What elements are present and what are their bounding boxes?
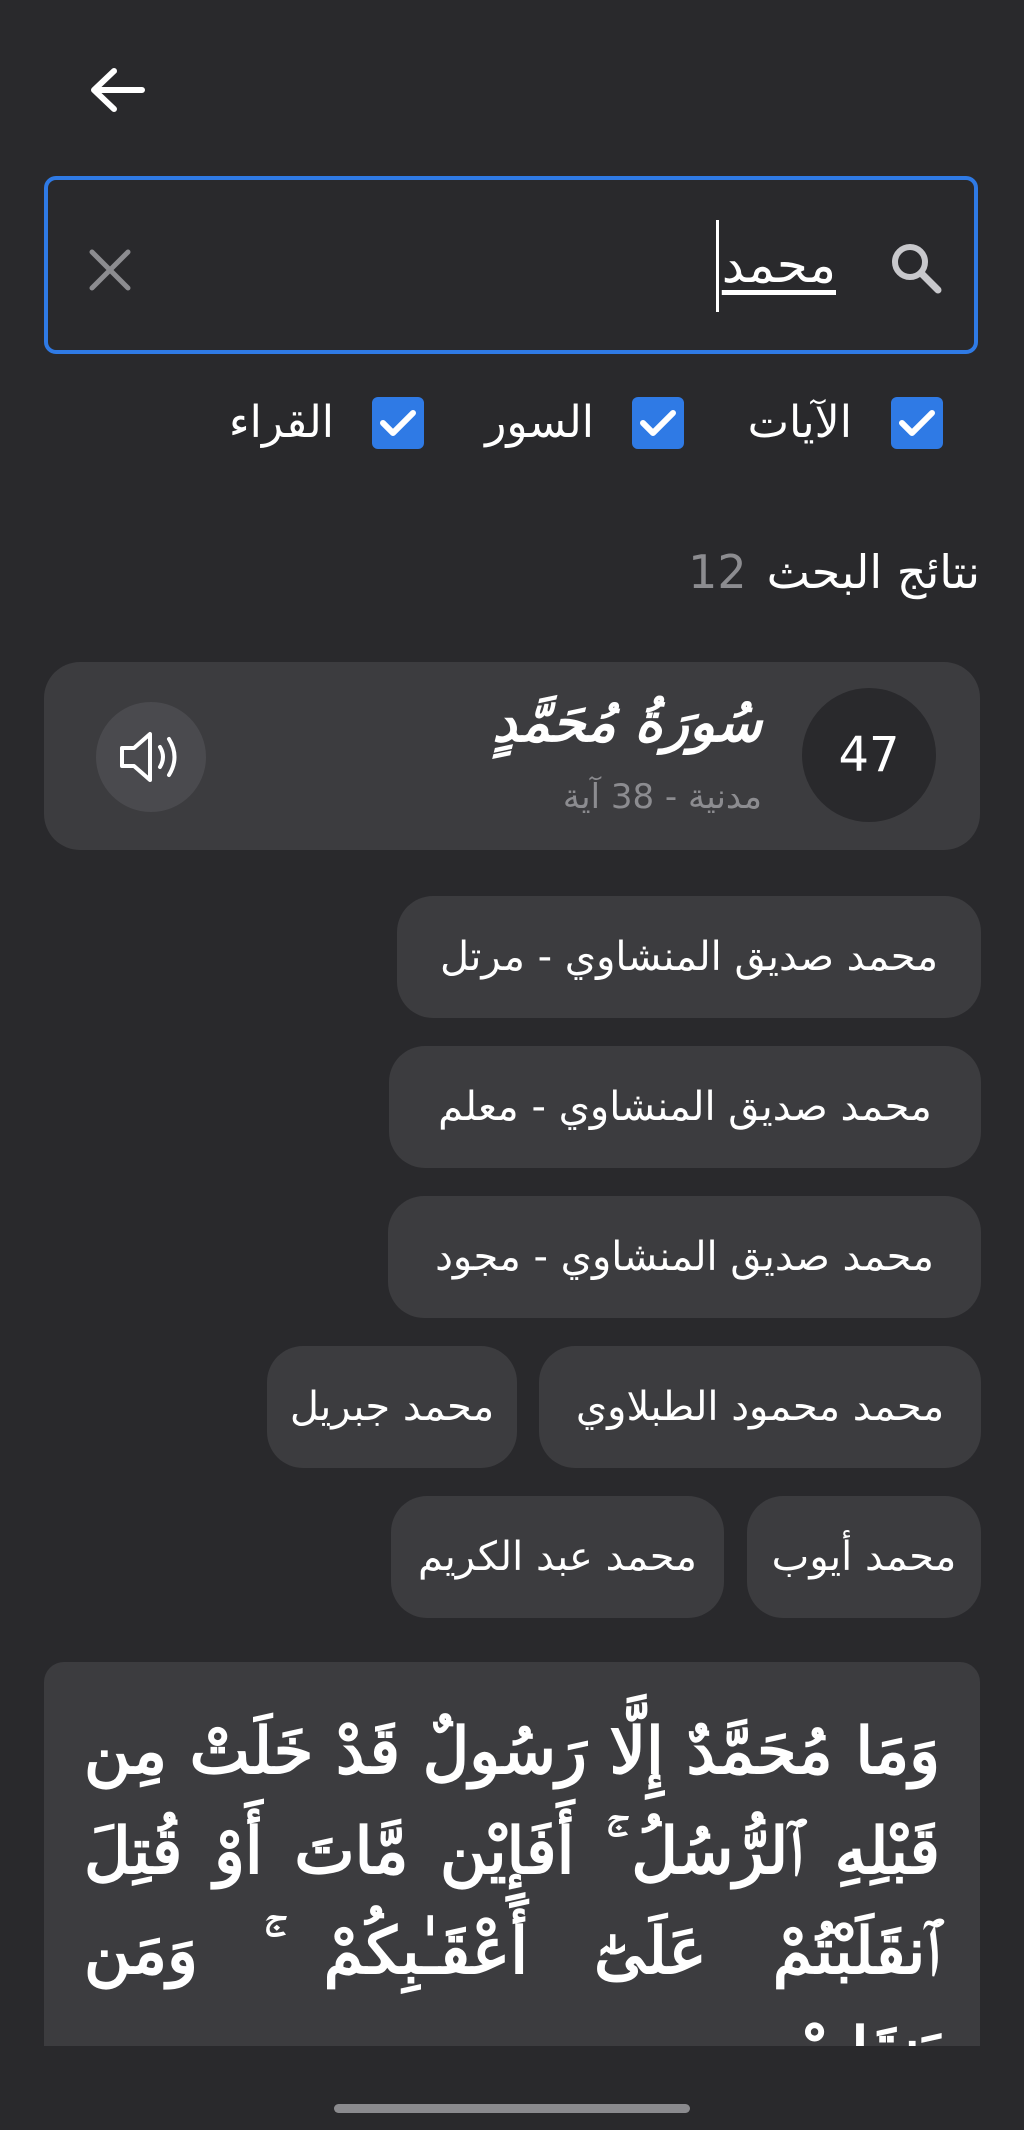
filter-label-surahs: السور bbox=[485, 397, 594, 448]
search-icon bbox=[892, 244, 942, 294]
surah-meta: مدنية - 38 آية bbox=[562, 777, 762, 817]
back-button[interactable] bbox=[82, 60, 152, 120]
checkbox-reciters[interactable] bbox=[372, 397, 424, 449]
search-query[interactable]: محمد bbox=[722, 230, 836, 300]
results-title: نتائج البحث bbox=[766, 545, 980, 599]
check-icon bbox=[380, 410, 416, 436]
play-audio-button[interactable] bbox=[96, 702, 206, 812]
reciter-chip[interactable]: محمد جبريل bbox=[267, 1346, 517, 1468]
filter-label-ayat: الآيات bbox=[747, 397, 852, 448]
speaker-icon bbox=[120, 732, 177, 782]
back-arrow-icon bbox=[91, 68, 145, 112]
bottom-safe-area bbox=[0, 2046, 1024, 2130]
checkbox-ayat[interactable] bbox=[891, 397, 943, 449]
verse-result-card[interactable]: وَمَا مُحَمَّدٌ إِلَّا رَسُولٌ قَدْ خَلَ… bbox=[44, 1662, 980, 2082]
search-filters: الآيات السور القراء bbox=[0, 392, 1024, 456]
surah-name: سُورَةُ مُحَمَّدٍ bbox=[492, 690, 762, 754]
search-input[interactable]: محمد bbox=[44, 176, 978, 354]
text-caret bbox=[716, 220, 719, 312]
results-count: 12 bbox=[688, 545, 747, 599]
surah-number: 47 bbox=[838, 727, 900, 783]
results-header: نتائج البحث 12 bbox=[688, 540, 980, 604]
filter-label-reciters: القراء bbox=[228, 397, 334, 448]
verse-text: وَمَا مُحَمَّدٌ إِلَّا رَسُولٌ قَدْ خَلَ… bbox=[84, 1714, 940, 2082]
check-icon bbox=[899, 410, 935, 436]
reciter-chip[interactable]: محمد أيوب bbox=[747, 1496, 981, 1618]
surah-result-card[interactable]: 47 سُورَةُ مُحَمَّدٍ مدنية - 38 آية bbox=[44, 662, 980, 850]
clear-icon[interactable] bbox=[86, 246, 134, 294]
check-icon bbox=[640, 410, 676, 436]
reciter-chip[interactable]: محمد صديق المنشاوي - مجود bbox=[388, 1196, 981, 1318]
home-indicator[interactable] bbox=[334, 2104, 690, 2113]
checkbox-surahs[interactable] bbox=[632, 397, 684, 449]
reciter-chip[interactable]: محمد صديق المنشاوي - معلم bbox=[389, 1046, 981, 1168]
surah-number-badge: 47 bbox=[802, 688, 936, 822]
reciter-chip[interactable]: محمد محمود الطبلاوي bbox=[539, 1346, 981, 1468]
reciter-chip[interactable]: محمد عبد الكريم bbox=[391, 1496, 724, 1618]
reciter-chip[interactable]: محمد صديق المنشاوي - مرتل bbox=[397, 896, 981, 1018]
